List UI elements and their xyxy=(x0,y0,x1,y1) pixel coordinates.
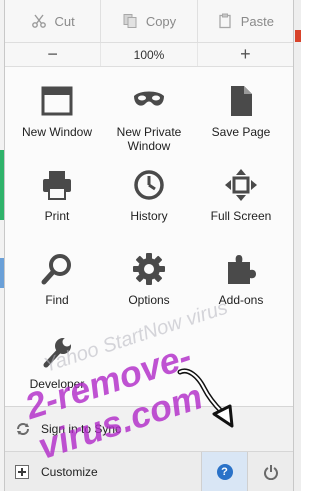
developer-button[interactable]: Developer xyxy=(11,326,103,410)
print-label: Print xyxy=(44,209,70,223)
find-label: Find xyxy=(45,293,69,307)
customize-button[interactable]: Customize xyxy=(5,452,201,491)
printer-icon xyxy=(43,171,71,200)
background-red-strip xyxy=(295,30,301,42)
clipboard-icon xyxy=(219,13,231,29)
gear-icon xyxy=(133,253,165,285)
edit-controls: Cut Copy Paste xyxy=(5,0,293,43)
options-button[interactable]: Options xyxy=(103,242,195,326)
clock-icon xyxy=(134,170,164,200)
add-ons-label: Add-ons xyxy=(218,293,264,307)
help-button[interactable]: ? xyxy=(201,452,247,491)
zoom-reset-button[interactable]: 100% xyxy=(101,43,198,66)
print-button[interactable]: Print xyxy=(11,158,103,242)
page-icon xyxy=(231,86,252,116)
full-screen-button[interactable]: Full Screen xyxy=(195,158,287,242)
sign-in-to-sync-label: Sign in to Sync xyxy=(41,422,122,436)
copy-icon xyxy=(123,14,137,28)
customize-label: Customize xyxy=(41,464,98,479)
cut-label: Cut xyxy=(54,13,75,29)
cut-button[interactable]: Cut xyxy=(5,0,102,42)
browser-menu-panel: Cut Copy Paste − 100% + New Window New P… xyxy=(4,0,294,491)
options-label: Options xyxy=(128,293,170,307)
new-private-window-button[interactable]: New Private Window xyxy=(103,74,195,158)
puzzle-icon xyxy=(228,255,256,284)
find-button[interactable]: Find xyxy=(11,242,103,326)
new-private-window-label: New Private Window xyxy=(116,125,182,153)
new-window-button[interactable]: New Window xyxy=(11,74,103,158)
full-screen-label: Full Screen xyxy=(210,209,272,223)
window-icon xyxy=(41,86,73,116)
plus-box-icon xyxy=(15,464,29,479)
new-window-label: New Window xyxy=(21,125,93,139)
sync-icon xyxy=(17,423,29,435)
developer-label: Developer xyxy=(29,377,85,391)
fullscreen-icon xyxy=(225,169,257,201)
menu-footer: Customize ? xyxy=(5,451,293,491)
magnifier-icon xyxy=(41,254,71,285)
sign-in-to-sync-button[interactable]: Sign in to Sync xyxy=(5,407,293,451)
help-icon: ? xyxy=(216,463,233,480)
private-mask-icon xyxy=(134,91,164,106)
paste-label: Paste xyxy=(240,13,274,29)
power-icon xyxy=(263,464,278,480)
save-page-button[interactable]: Save Page xyxy=(195,74,287,158)
menu-grid: New Window New Private Window Save Page xyxy=(11,74,287,410)
zoom-controls: − 100% + xyxy=(5,43,293,67)
add-ons-button[interactable]: Add-ons xyxy=(195,242,287,326)
scissors-icon xyxy=(31,14,46,28)
zoom-in-button[interactable]: + xyxy=(198,43,293,66)
history-button[interactable]: History xyxy=(103,158,195,242)
copy-label: Copy xyxy=(145,13,177,29)
history-label: History xyxy=(130,209,168,223)
quit-button[interactable] xyxy=(247,452,293,491)
paste-button[interactable]: Paste xyxy=(198,0,293,42)
save-page-label: Save Page xyxy=(211,125,271,139)
zoom-out-button[interactable]: − xyxy=(5,43,102,66)
wrench-icon xyxy=(43,337,72,368)
copy-button[interactable]: Copy xyxy=(101,0,198,42)
